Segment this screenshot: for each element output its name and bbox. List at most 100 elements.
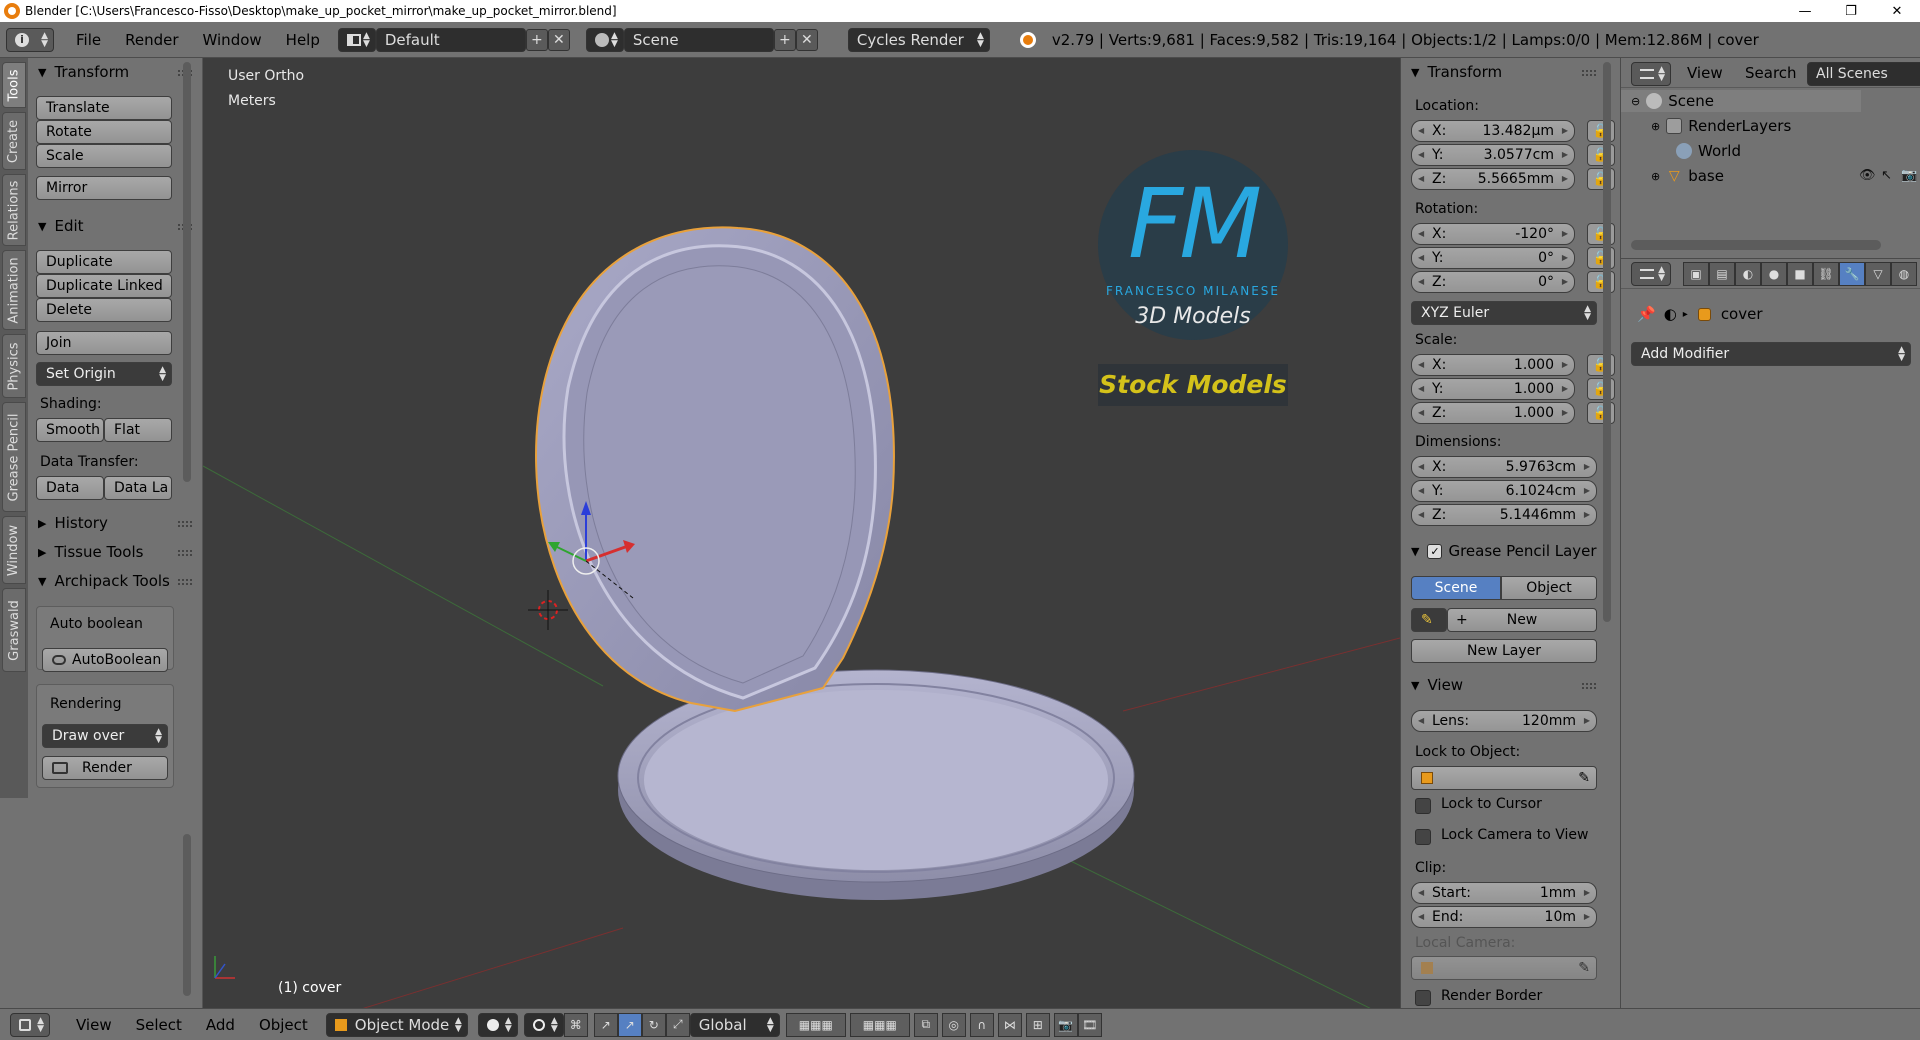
tab-animation[interactable]: Animation: [2, 250, 26, 330]
lock-to-cursor-checkbox[interactable]: [1415, 798, 1431, 814]
data-transfer-button[interactable]: Data: [36, 476, 104, 500]
world-tab-icon[interactable]: ●: [1761, 262, 1787, 286]
manipulator-rotate-icon[interactable]: ↻: [641, 1012, 666, 1037]
outliner-world-row[interactable]: World: [1676, 140, 1741, 162]
tab-tools[interactable]: Tools: [2, 62, 26, 108]
tab-grease-pencil[interactable]: Grease Pencil: [2, 402, 26, 512]
scale-y-field[interactable]: ◀ Y: 1.000 ▶: [1411, 378, 1575, 400]
add-screen-button[interactable]: +: [525, 28, 548, 51]
visibility-eye-icon[interactable]: 👁: [1859, 168, 1876, 183]
scale-z-field[interactable]: ◀ Z: 1.000 ▶: [1411, 402, 1575, 424]
constraints-tab-icon[interactable]: ⛓: [1813, 262, 1839, 286]
outliner-scene-row[interactable]: ⊖ Scene: [1631, 90, 1714, 112]
rotation-mode-dropdown[interactable]: XYZ Euler ▲ ▼: [1411, 301, 1597, 325]
n-transform-header[interactable]: ▼ Transform: [1411, 61, 1502, 83]
render-engine-dropdown[interactable]: Cycles Render ▲ ▼: [847, 27, 990, 52]
maximize-button[interactable]: ❐: [1828, 0, 1874, 22]
new-layer-button[interactable]: New Layer: [1411, 639, 1597, 663]
menu-render[interactable]: Render: [113, 31, 190, 49]
render-border-checkbox[interactable]: [1415, 990, 1431, 1006]
restrict-select-icon[interactable]: ↖: [1881, 168, 1892, 183]
view-menu[interactable]: View: [64, 1016, 124, 1034]
data-tab-icon[interactable]: ▽: [1865, 262, 1891, 286]
add-scene-button[interactable]: +: [773, 28, 796, 51]
scene-field[interactable]: Scene: [623, 27, 774, 52]
grease-object-tab[interactable]: Object: [1501, 576, 1597, 600]
add-modifier-dropdown[interactable]: Add Modifier ▲ ▼: [1631, 342, 1911, 366]
screen-layout-field[interactable]: Default: [375, 27, 526, 52]
menu-window[interactable]: Window: [191, 31, 274, 49]
scale-x-field[interactable]: ◀ X: 1.000 ▶: [1411, 354, 1575, 376]
autoboolean-button[interactable]: AutoBoolean: [42, 648, 168, 672]
material-tab-icon[interactable]: ◍: [1891, 262, 1917, 286]
drag-grip-icon[interactable]: [1582, 70, 1596, 76]
select-menu[interactable]: Select: [124, 1016, 194, 1034]
tab-window[interactable]: Window: [2, 516, 26, 584]
restrict-render-icon[interactable]: 📷: [1901, 168, 1917, 183]
dimensions-x-field[interactable]: ◀ X: 5.9763cm ▶: [1411, 456, 1597, 478]
dimensions-z-field[interactable]: ◀ Z: 5.1446mm ▶: [1411, 504, 1597, 526]
pin-icon[interactable]: 📌: [1637, 305, 1656, 323]
drag-grip-icon[interactable]: [178, 579, 192, 585]
dimensions-y-field[interactable]: ◀ Y: 6.1024cm ▶: [1411, 480, 1597, 502]
grease-pencil-enable-checkbox[interactable]: ✓: [1427, 543, 1443, 559]
edit-panel-header[interactable]: ▼ Edit: [38, 215, 84, 237]
add-menu[interactable]: Add: [194, 1016, 247, 1034]
rotate-button[interactable]: Rotate: [36, 120, 172, 144]
drag-grip-icon[interactable]: [1582, 683, 1596, 689]
manipulator-move-icon[interactable]: ↗: [617, 1012, 642, 1037]
draw-over-dropdown[interactable]: Draw over ▲ ▼: [42, 724, 168, 748]
lock-camera-to-view-checkbox[interactable]: [1415, 829, 1431, 845]
lock-object-field[interactable]: ✎: [1411, 766, 1597, 790]
tab-create[interactable]: Create: [2, 112, 26, 170]
snap-magnet-icon[interactable]: ∩: [969, 1012, 994, 1037]
layer-lock-icon[interactable]: ⧉: [913, 1012, 938, 1037]
lens-field[interactable]: ◀ Lens: 120mm ▶: [1411, 710, 1597, 732]
outliner-base-row[interactable]: ⊕ ▽ base: [1651, 165, 1724, 187]
grease-pencil-layer-header[interactable]: ▼ ✓ Grease Pencil Layer: [1411, 540, 1616, 562]
location-y-field[interactable]: ◀ Y: 3.0577cm ▶: [1411, 144, 1575, 166]
object-menu[interactable]: Object: [247, 1016, 320, 1034]
outliner-renderlayers-row[interactable]: ⊕ RenderLayers: [1651, 115, 1791, 137]
tab-physics[interactable]: Physics: [2, 334, 26, 398]
snap-element-icon[interactable]: ⋈: [997, 1012, 1022, 1037]
object-tab-icon[interactable]: ■: [1787, 262, 1813, 286]
screen-layout-icon-button[interactable]: ▲ ▼: [337, 27, 376, 52]
render-layers-tab-icon[interactable]: ▤: [1709, 262, 1735, 286]
delete-scene-button[interactable]: ✕: [795, 28, 818, 51]
new-grease-pencil-button[interactable]: + New: [1447, 608, 1597, 632]
3d-view-editor-type[interactable]: ▲ ▼: [10, 1012, 50, 1037]
viewport-shading-dropdown[interactable]: ▲ ▼: [477, 1012, 518, 1037]
tab-graswald[interactable]: Graswald: [2, 588, 26, 672]
history-panel-header[interactable]: ▶ History: [38, 512, 108, 534]
close-button[interactable]: ✕: [1874, 0, 1920, 22]
properties-editor-type[interactable]: ▲ ▼: [1631, 262, 1671, 286]
manipulator-toggle-icon[interactable]: ⌘: [563, 1012, 588, 1037]
rotation-x-field[interactable]: ◀ X: -120° ▶: [1411, 223, 1575, 245]
manipulator-scale-icon[interactable]: ⤢: [665, 1012, 690, 1037]
outliner-view-menu[interactable]: View: [1687, 64, 1723, 82]
outliner-editor-type[interactable]: ▲ ▼: [1631, 62, 1671, 86]
clip-start-field[interactable]: ◀ Start: 1mm ▶: [1411, 882, 1597, 904]
join-button[interactable]: Join: [36, 331, 172, 355]
n-panel-scrollbar[interactable]: [1603, 62, 1611, 622]
tissue-tools-header[interactable]: ▶ Tissue Tools: [38, 541, 143, 563]
outliner-display-mode-dropdown[interactable]: All Scenes: [1807, 62, 1920, 86]
menu-help[interactable]: Help: [274, 31, 332, 49]
delete-button[interactable]: Delete: [36, 298, 172, 322]
location-x-field[interactable]: ◀ X: 13.482µm ▶: [1411, 120, 1575, 142]
proportional-editing-icon[interactable]: ◎: [941, 1012, 966, 1037]
data-layout-button[interactable]: Data La: [104, 476, 172, 500]
editor-type-button[interactable]: i ▲ ▼: [6, 27, 54, 52]
local-camera-field[interactable]: ✎: [1411, 956, 1597, 980]
pivot-point-dropdown[interactable]: ▲ ▼: [523, 1012, 564, 1037]
flat-button[interactable]: Flat: [104, 418, 172, 442]
tab-relations[interactable]: Relations: [2, 174, 26, 246]
drag-grip-icon[interactable]: [178, 521, 192, 527]
mirror-button[interactable]: Mirror: [36, 176, 172, 200]
interaction-mode-dropdown[interactable]: Object Mode ▲ ▼: [325, 1012, 468, 1037]
toolshelf-scrollbar[interactable]: [183, 62, 191, 482]
minimize-button[interactable]: —: [1782, 0, 1828, 22]
clip-end-field[interactable]: ◀ End: 10m ▶: [1411, 906, 1597, 928]
render-animation-icon[interactable]: 🎞: [1077, 1012, 1102, 1037]
